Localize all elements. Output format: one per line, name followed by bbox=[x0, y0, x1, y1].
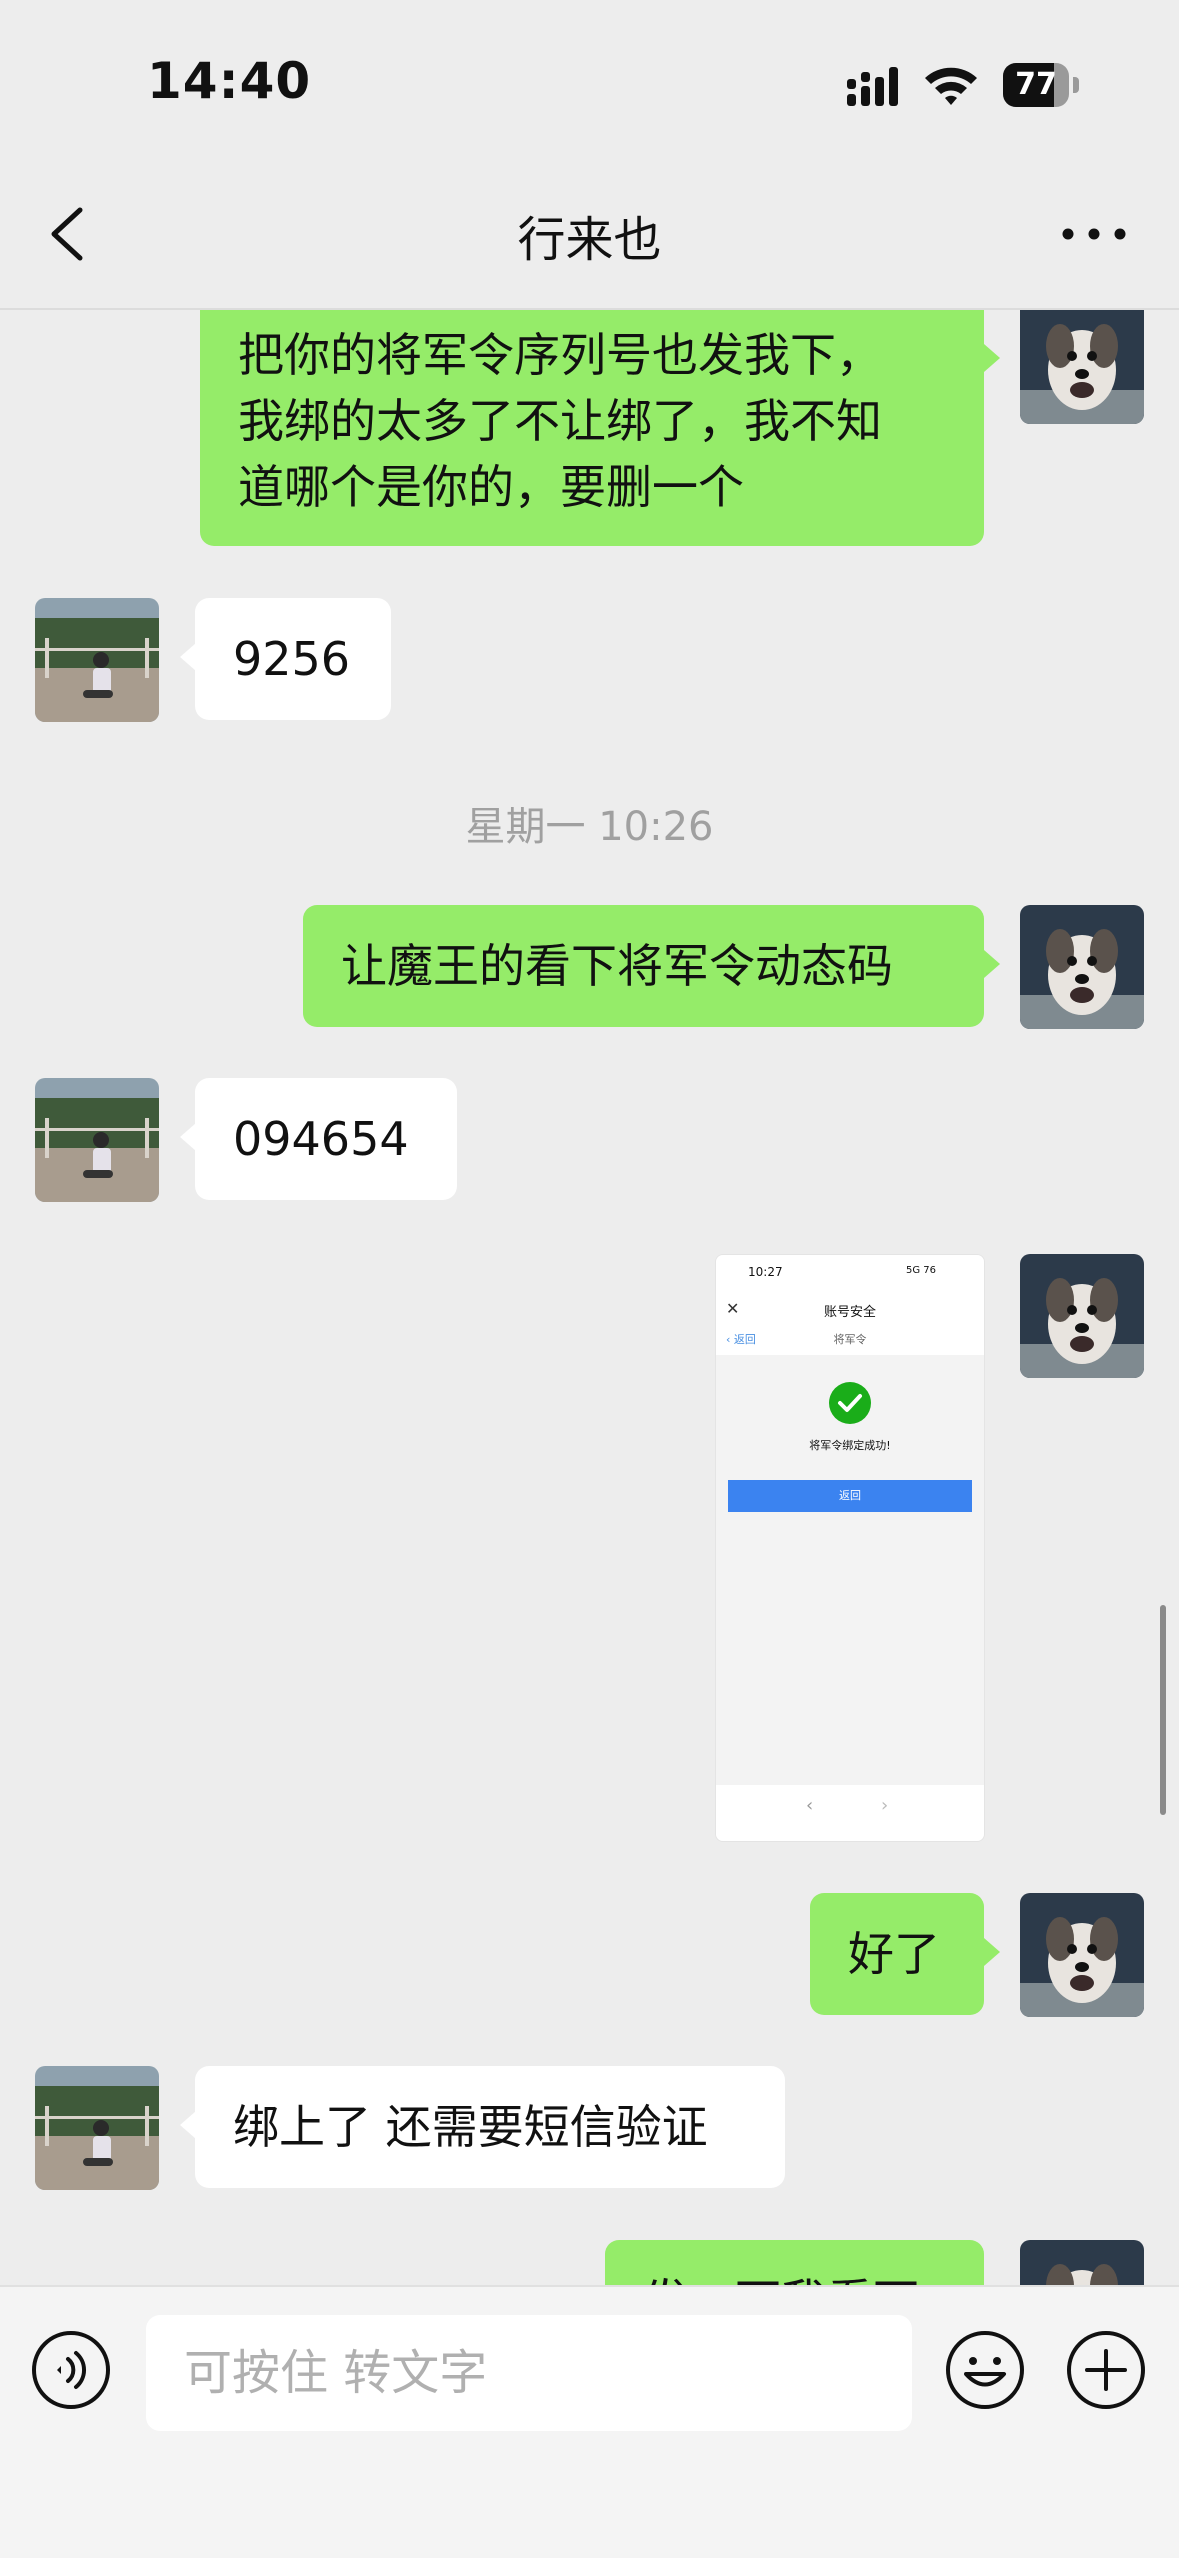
message-bubble-sent[interactable]: 好了 bbox=[810, 1893, 984, 2015]
message-bubble-received[interactable]: 094654 bbox=[195, 1078, 457, 1200]
screenshot-status: 5G 76 bbox=[906, 1265, 937, 1276]
my-avatar[interactable] bbox=[1020, 1893, 1144, 2017]
input-bar bbox=[0, 2285, 1179, 2558]
status-time: 14:40 bbox=[147, 52, 312, 110]
message-bubble-sent[interactable]: 发一下我看下 bbox=[605, 2240, 984, 2285]
battery-level: 77 bbox=[1015, 67, 1057, 102]
message-list[interactable]: 把你的将军令序列号也发我下， 我绑的太多了不让绑了，我不知 道哪个是你的，要删一… bbox=[0, 310, 1179, 2285]
my-avatar[interactable] bbox=[1020, 310, 1144, 424]
screenshot-title: 账号安全 bbox=[823, 1305, 876, 1320]
emoji-icon[interactable] bbox=[944, 2329, 1026, 2411]
message-bubble-received[interactable]: 绑上了 还需要短信验证 bbox=[195, 2066, 785, 2188]
more-dots-icon[interactable] bbox=[1058, 212, 1130, 256]
image-message[interactable]: 10:27 5G 76 ✕ 账号安全 ‹ 返回 将军令 将军令绑定成功! 返回 … bbox=[715, 1254, 985, 1842]
chat-header: 行来也 bbox=[0, 160, 1179, 310]
chat-title: 行来也 bbox=[517, 212, 662, 268]
screenshot-subtitle: 将军令 bbox=[833, 1333, 867, 1346]
my-avatar[interactable] bbox=[1020, 905, 1144, 1029]
screenshot-button: 返回 bbox=[728, 1480, 972, 1512]
status-bar: 14:40 77 bbox=[0, 0, 1179, 160]
contact-avatar[interactable] bbox=[35, 598, 159, 722]
scrollbar[interactable] bbox=[1160, 1605, 1166, 1815]
my-avatar[interactable] bbox=[1020, 1254, 1144, 1378]
message-bubble-sent[interactable]: 让魔王的看下将军令动态码 bbox=[303, 905, 984, 1027]
message-input[interactable] bbox=[146, 2315, 912, 2431]
screenshot-time: 10:27 bbox=[748, 1265, 783, 1279]
chevron-right-icon: › bbox=[881, 1795, 889, 1816]
message-bubble-received[interactable]: 9256 bbox=[195, 598, 391, 720]
cellular-signal-icon bbox=[847, 67, 898, 106]
screenshot-message: 将军令绑定成功! bbox=[809, 1439, 891, 1452]
message-timestamp: 星期一 10:26 bbox=[465, 804, 714, 850]
wifi-icon bbox=[925, 67, 977, 105]
battery-icon: 77 bbox=[1003, 63, 1079, 107]
contact-avatar[interactable] bbox=[35, 1078, 159, 1202]
success-check-icon bbox=[829, 1382, 871, 1424]
voice-icon[interactable] bbox=[30, 2329, 112, 2411]
chevron-left-icon: ‹ bbox=[806, 1795, 814, 1816]
plus-icon[interactable] bbox=[1065, 2329, 1147, 2411]
back-chevron-icon[interactable] bbox=[40, 198, 100, 270]
message-bubble-sent[interactable]: 把你的将军令序列号也发我下， 我绑的太多了不让绑了，我不知 道哪个是你的，要删一… bbox=[200, 310, 984, 546]
my-avatar[interactable] bbox=[1020, 2240, 1144, 2285]
contact-avatar[interactable] bbox=[35, 2066, 159, 2190]
